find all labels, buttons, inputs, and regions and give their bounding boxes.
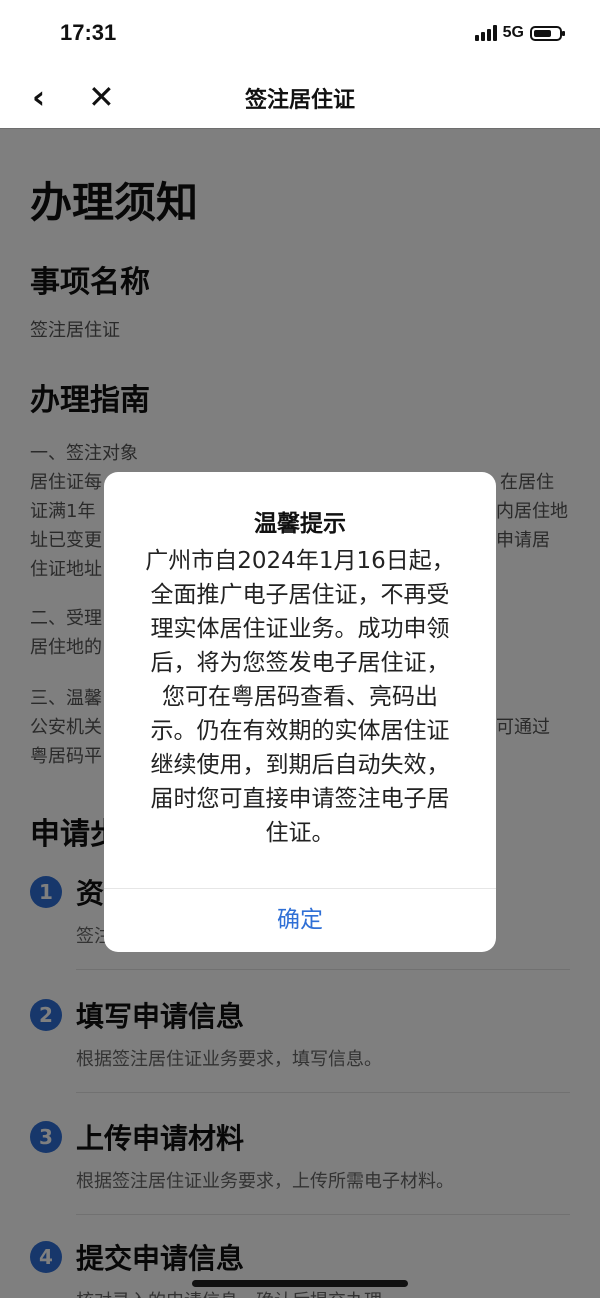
battery-icon [530, 25, 565, 41]
status-indicators: 5G [474, 24, 565, 42]
home-indicator[interactable] [192, 1280, 408, 1287]
signal-icon [474, 25, 497, 41]
dialog-message-line: 全面推广电子居住证，不再受 [150, 582, 450, 608]
dialog-message-line: 后，将为您签发电子居住证， [150, 650, 450, 676]
network-type: 5G [502, 24, 524, 41]
dialog-message-line: 您可在粤居码查看、亮码出 [162, 684, 438, 710]
dialog-message-line: 理实体居住证业务。成功申领 [150, 616, 450, 642]
dialog-message-line: 广州市自2024年1月16日起， [145, 548, 455, 574]
dialog-message-line: 届时您可直接申请签注电子居 [150, 786, 450, 812]
dialog-title: 温馨提示 [254, 511, 346, 537]
page-title: 签注居住证 [244, 88, 355, 113]
confirm-button[interactable]: 确定 [104, 888, 496, 952]
dialog-message-line: 示。仍在有效期的实体居住证 [150, 718, 450, 744]
status-bar: 17:31 5G [0, 0, 600, 70]
dialog-message: 广州市自2024年1月16日起， 全面推广电子居住证，不再受 理实体居住证业务。… [128, 544, 472, 850]
notice-dialog: 温馨提示 广州市自2024年1月16日起， 全面推广电子居住证，不再受 理实体居… [104, 472, 496, 952]
status-time: 17:31 [60, 20, 117, 45]
dialog-message-line: 继续使用，到期后自动失效， [150, 752, 450, 778]
nav-bar: ‹ ✕ 签注居住证 [0, 70, 600, 129]
dialog-message-line: 住证。 [265, 820, 335, 846]
